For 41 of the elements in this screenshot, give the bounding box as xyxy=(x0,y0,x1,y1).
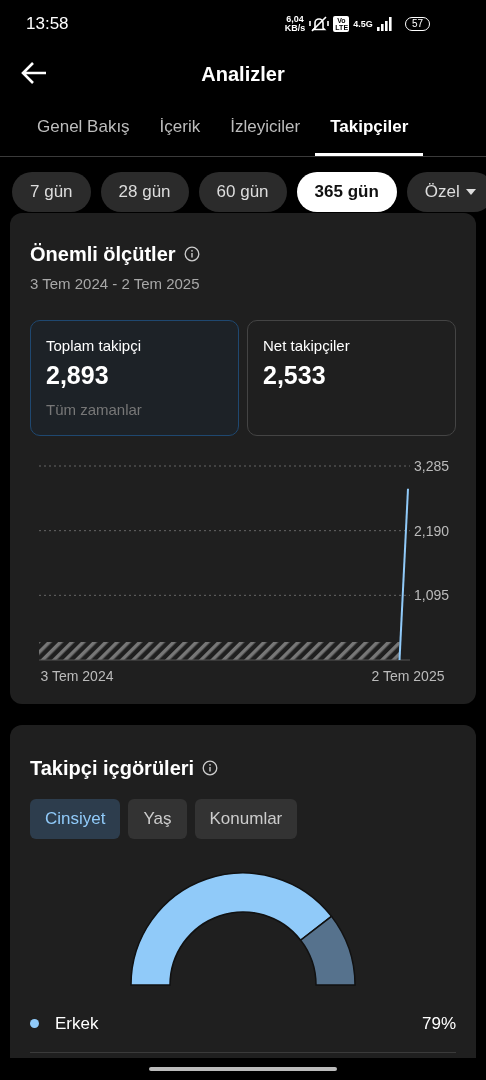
section-title: Önemli ölçütler xyxy=(30,242,176,267)
network-speed-text: 6,04 KB/s xyxy=(284,15,306,33)
axis-label: 3 Tem 2024 xyxy=(40,667,114,684)
range-chip[interactable]: 60 gün xyxy=(198,172,287,212)
segment-tab[interactable]: Konumlar xyxy=(194,798,298,839)
network-type-text: 4.5G xyxy=(353,19,373,29)
gauge-remainder xyxy=(299,915,356,986)
axis-label: 3,285 xyxy=(414,457,450,474)
back-arrow-icon xyxy=(20,60,48,86)
metric-label: Net takipçiler xyxy=(263,335,351,356)
gesture-handle[interactable] xyxy=(149,1067,337,1071)
tab[interactable]: Genel Bakış xyxy=(22,100,145,156)
clock-text: 13:58 xyxy=(26,13,69,36)
axis-label: 2,190 xyxy=(414,522,450,539)
segment-tab[interactable]: Cinsiyet xyxy=(30,798,121,839)
back-button[interactable] xyxy=(20,60,48,86)
range-chip[interactable]: 7 gün xyxy=(12,172,91,212)
page-title: Analizler xyxy=(201,62,285,87)
info-icon xyxy=(202,759,219,776)
axis-label: 1,095 xyxy=(414,586,450,603)
tab[interactable]: Takipçiler xyxy=(315,100,424,156)
metric-card[interactable]: Net takipçiler 2,533 xyxy=(247,319,456,436)
metric-card[interactable]: Toplam takipçi 2,893 Tüm zamanlar xyxy=(30,319,239,436)
metric-value: 2,533 xyxy=(263,360,327,391)
tab[interactable]: İçerik xyxy=(144,100,216,156)
metric-note: Tüm zamanlar xyxy=(46,399,143,420)
muted-bell-icon xyxy=(309,15,330,33)
date-range-text: 3 Tem 2024 - 2 Tem 2025 xyxy=(30,274,201,294)
metric-value: 2,893 xyxy=(46,360,110,391)
segment-tab[interactable]: Yaş xyxy=(128,798,187,839)
info-icon xyxy=(183,246,200,262)
legend-label: Erkek xyxy=(55,1012,99,1035)
tab[interactable]: İzleyiciler xyxy=(215,100,316,156)
axis-label: 2 Tem 2025 xyxy=(371,667,445,684)
range-chip[interactable]: 365 gün xyxy=(296,172,397,212)
legend-value: 79% xyxy=(421,1012,456,1035)
signal-icon xyxy=(376,17,393,31)
range-chip[interactable]: 28 gün xyxy=(100,172,189,212)
section-title: Takipçi içgörüleri xyxy=(30,755,195,781)
range-chip[interactable]: Özel xyxy=(406,172,486,212)
metric-label: Toplam takipçi xyxy=(46,335,143,356)
